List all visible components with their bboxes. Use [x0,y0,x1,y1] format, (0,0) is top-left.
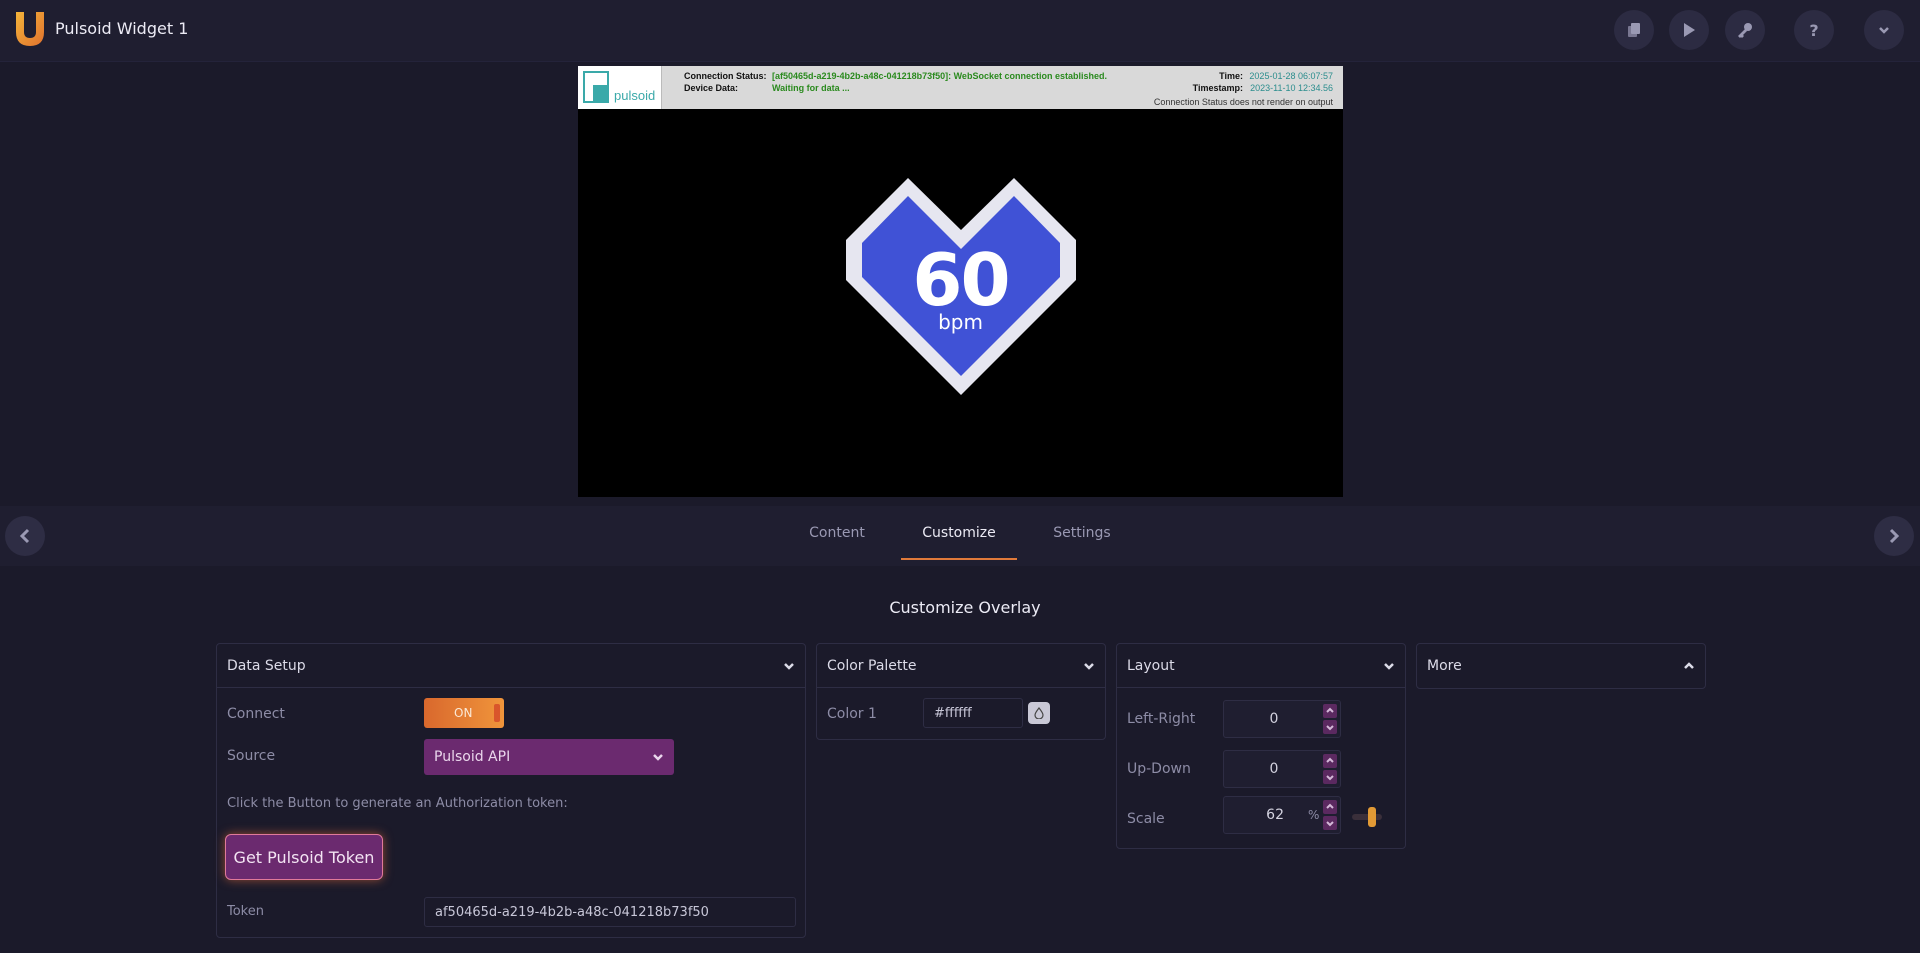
token-instructions: Click the Button to generate an Authoriz… [227,796,568,811]
app-title: Pulsoid Widget 1 [55,19,189,38]
key-icon [1738,23,1752,38]
chevron-left-icon [19,528,30,544]
layout-header[interactable]: Layout [1117,644,1405,688]
chevron-up-icon [1326,803,1334,809]
left-right-label: Left-Right [1127,711,1196,727]
help-button[interactable]: ? [1794,10,1834,50]
top-bar: Pulsoid Widget 1 ? [0,0,1920,62]
source-select[interactable]: Pulsoid API [424,739,674,775]
app-logo [16,12,44,46]
device-data-value: Waiting for data ... [772,83,850,93]
connect-label: Connect [227,706,285,722]
key-button[interactable] [1725,10,1765,50]
connection-status-value: [af50465d-a219-4b2b-a48c-041218b73f50]: … [772,71,1107,81]
layout-panel: Layout Left-Right 0 Up-Down 0 Scale 62 % [1116,643,1406,849]
decrement-button[interactable] [1323,816,1337,830]
chevron-down-icon [1879,27,1889,34]
color1-input[interactable]: #ffffff [923,698,1023,728]
chevron-down-icon [1084,662,1094,670]
device-data-label: Device Data: [684,83,739,93]
chevron-up-icon [1326,707,1334,713]
tab-content[interactable]: Content [802,506,872,560]
chevron-down-icon [653,754,663,761]
chevron-down-icon [1326,775,1334,781]
scale-input[interactable]: 62 % [1223,796,1341,834]
scale-label: Scale [1127,811,1165,827]
data-setup-header[interactable]: Data Setup [217,644,805,688]
decrement-button[interactable] [1323,770,1337,784]
help-icon: ? [1809,20,1819,40]
more-header[interactable]: More [1417,644,1705,688]
left-right-input[interactable]: 0 [1223,700,1341,738]
chevron-down-icon [1384,662,1394,670]
color1-label: Color 1 [827,706,877,722]
token-input[interactable]: af50465d-a219-4b2b-a48c-041218b73f50 [424,897,796,927]
decrement-button[interactable] [1323,720,1337,734]
up-down-label: Up-Down [1127,761,1191,777]
menu-button[interactable] [1864,10,1904,50]
tab-settings[interactable]: Settings [1050,506,1114,560]
overlay-preview: pulsoid Connection Status: [af50465d-a21… [578,66,1343,497]
source-label: Source [227,748,276,764]
tab-bar: Content Customize Settings [0,506,1920,566]
connection-status-label: Connection Status: [684,71,767,81]
color-palette-header[interactable]: Color Palette [817,644,1105,688]
previous-button[interactable] [5,516,45,556]
connect-toggle[interactable]: ON [424,698,504,728]
status-note: Connection Status does not render on out… [1153,97,1333,107]
scale-slider-handle[interactable] [1368,807,1376,827]
scale-unit: % [1308,808,1320,822]
timestamp-label: Timestamp: [1192,83,1243,93]
chevron-down-icon [1326,821,1334,827]
copy-button[interactable] [1614,10,1654,50]
droplet-icon [1034,707,1044,719]
token-label: Token [227,904,264,919]
tab-customize[interactable]: Customize [901,506,1017,560]
bpm-unit: bpm [938,310,983,334]
chevron-up-icon [1326,757,1334,763]
copy-icon [1628,23,1640,37]
timestamp-value: 2023-11-10 12:34.56 [1250,83,1333,93]
pulsoid-logo: pulsoid [578,66,662,109]
chevron-down-icon [1326,725,1334,731]
chevron-up-icon [1684,662,1694,669]
section-title: Customize Overlay [889,598,1041,617]
more-panel: More [1416,643,1706,689]
get-pulsoid-token-button[interactable]: Get Pulsoid Token [225,834,383,880]
up-down-input[interactable]: 0 [1223,750,1341,788]
color-picker-button[interactable] [1028,702,1050,724]
play-button[interactable] [1669,10,1709,50]
color-palette-panel: Color Palette Color 1 #ffffff [816,643,1106,740]
increment-button[interactable] [1323,704,1337,718]
connection-status-bar: pulsoid Connection Status: [af50465d-a21… [578,66,1343,109]
data-setup-panel: Data Setup Connect ON Source Pulsoid API… [216,643,806,938]
next-button[interactable] [1874,516,1914,556]
chevron-down-icon [784,662,794,670]
scale-slider-track[interactable] [1352,814,1382,820]
time-value: 2025-01-28 06:07:57 [1249,71,1333,81]
play-icon [1684,23,1695,37]
increment-button[interactable] [1323,754,1337,768]
increment-button[interactable] [1323,800,1337,814]
chevron-right-icon [1889,528,1900,544]
time-label: Time: [1219,71,1243,81]
